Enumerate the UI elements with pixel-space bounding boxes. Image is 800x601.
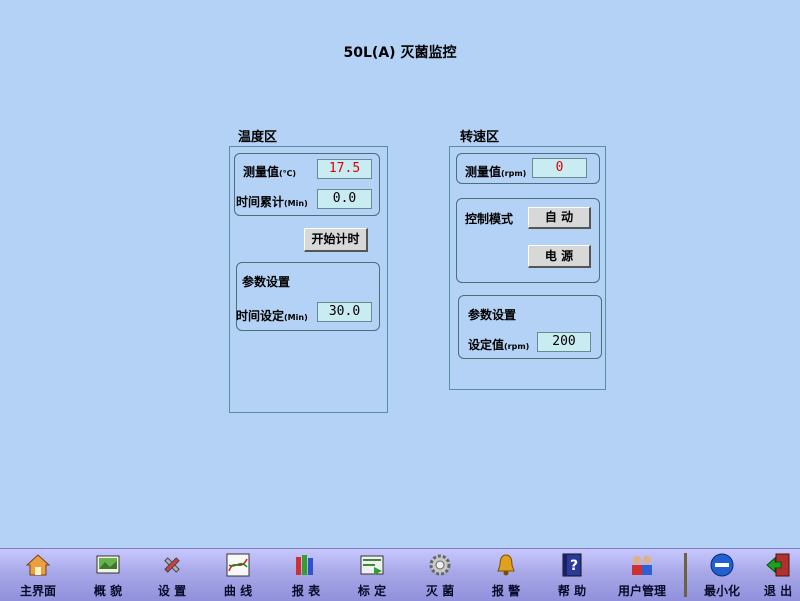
alarm-bell-icon [497,554,515,576]
taskbar-sterilize-button[interactable]: 灭 菌 [408,549,472,601]
taskbar-label: 曲 线 [223,584,253,598]
users-icon [632,556,652,575]
taskbar-settings-button[interactable]: 设 置 [140,549,204,601]
home-icon [26,554,50,576]
overview-icon [96,555,120,574]
taskbar-home-button[interactable]: 主界面 [6,549,70,601]
taskbar-help-button[interactable]: ? 帮 助 [540,549,604,601]
exit-door-icon [766,553,790,577]
taskbar-label: 主界面 [19,584,56,598]
set-time-value[interactable]: 30.0 [317,302,372,322]
speed-params-title: 参数设置 [468,308,517,322]
time-accum-value: 0.0 [317,189,372,209]
temperature-section-title: 温度区 [238,130,278,145]
page-title: 50L(A) 灭菌监控 [343,45,457,61]
rpm-setpoint-label: 设定值(rpm) [468,338,530,352]
taskbar-minimize-button[interactable]: 最小化 [690,549,754,601]
report-books-icon [296,555,313,575]
taskbar-label: 设 置 [157,584,187,598]
taskbar-label: 退 出 [763,584,793,598]
start-timer-button[interactable]: 开始计时 [304,228,368,252]
control-mode-label: 控制模式 [465,212,514,226]
taskbar: 主界面 概 貌 设 置 曲 线 报 表 标 定 灭 菌 报 警 ? 帮 助 用户… [0,548,800,601]
taskbar-report-button[interactable]: 报 表 [274,549,338,601]
temp-measured-value: 17.5 [317,159,372,179]
taskbar-calibrate-button[interactable]: 标 定 [340,549,404,601]
temp-params-title: 参数设置 [242,275,291,289]
taskbar-overview-button[interactable]: 概 貌 [76,549,140,601]
taskbar-curve-button[interactable]: 曲 线 [206,549,270,601]
taskbar-label: 概 貌 [93,584,123,598]
taskbar-alarm-button[interactable]: 报 警 [474,549,538,601]
taskbar-label: 标 定 [357,584,387,598]
taskbar-label: 灭 菌 [425,584,455,598]
rpm-setpoint-value[interactable]: 200 [537,332,591,352]
temp-measured-label: 测量值(℃) [243,165,297,179]
sterilize-gear-icon [429,554,451,576]
taskbar-divider [684,553,687,597]
help-book-icon: ? [562,553,582,577]
taskbar-label: 报 警 [491,584,521,598]
taskbar-user-management-button[interactable]: 用户管理 [610,549,674,601]
auto-mode-button[interactable]: 自 动 [528,207,591,229]
taskbar-label: 用户管理 [617,584,666,598]
svg-text:?: ? [570,558,578,574]
minimize-icon [710,553,734,577]
calibrate-icon [360,555,384,575]
taskbar-exit-button[interactable]: 退 出 [746,549,800,601]
set-time-label: 时间设定(Min) [236,309,308,323]
time-accum-label: 时间累计(Min) [236,195,308,209]
curve-chart-icon [226,553,250,577]
taskbar-label: 最小化 [703,584,740,598]
rpm-measured-label: 测量值(rpm) [465,165,527,179]
taskbar-label: 帮 助 [557,584,587,598]
settings-tools-icon [164,557,180,573]
speed-section-title: 转速区 [460,130,500,145]
power-button[interactable]: 电 源 [528,245,591,268]
rpm-measured-value: 0 [532,158,587,178]
taskbar-label: 报 表 [291,584,321,598]
